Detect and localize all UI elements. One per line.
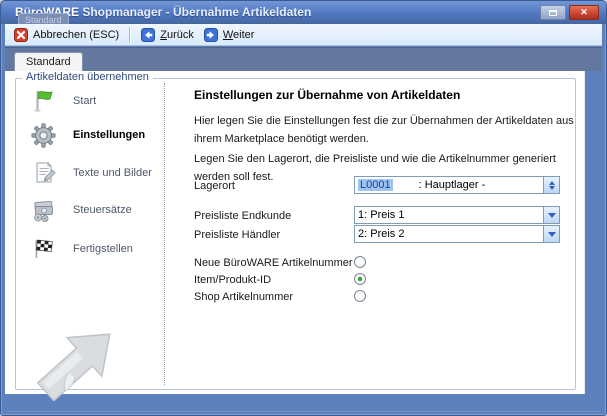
lagerort-field[interactable]: L0001 : Hauptlager -: [354, 176, 560, 194]
big-arrow-watermark: [30, 321, 130, 401]
preisliste-endkunde-label: Preisliste Endkunde: [194, 210, 291, 222]
radio-label: Shop Artikelnummer: [194, 291, 293, 303]
restore-button[interactable]: [540, 5, 566, 20]
tab-strip: Standard: [5, 47, 602, 71]
groupbox-legend: Artikeldaten übernehmen: [22, 71, 153, 83]
window-title-rest: Shopmanager - Übernahme Artikeldaten: [79, 5, 311, 19]
window-controls: ✕: [540, 5, 599, 20]
intro-text-1: Hier legen Sie die Einstellungen fest di…: [194, 112, 576, 148]
red-x-icon: [14, 28, 28, 42]
arrow-left-icon: [141, 28, 155, 42]
wizard-step-steuersaetze[interactable]: Steuersätze: [30, 196, 132, 224]
page-title: Einstellungen zur Übernahme von Artikeld…: [194, 88, 460, 102]
toolbar: Abbrechen (ESC) Zurück Weiter: [5, 24, 602, 46]
lagerort-spinner[interactable]: [543, 177, 559, 193]
wizard-step-einstellungen[interactable]: Einstellungen: [30, 121, 145, 149]
radio-row-shop-artikelnummer: Shop Artikelnummer: [194, 290, 293, 304]
toolbar-separator: [129, 27, 131, 43]
cancel-button-label: Abbrechen (ESC): [33, 29, 119, 41]
back-button[interactable]: Zurück: [136, 27, 199, 43]
title-bar: BüroWARE Shopmanager - Übernahme Artikel…: [1, 1, 606, 24]
close-button[interactable]: ✕: [569, 5, 599, 20]
restore-icon: [549, 10, 557, 16]
lagerort-value-selected: L0001: [358, 179, 393, 191]
window-frame-edge: [7, 411, 600, 412]
preisliste-haendler-dropdown[interactable]: 2: Preis 2: [354, 225, 560, 243]
wizard-step-label: Steuersätze: [73, 204, 132, 216]
radio-row-item-produkt-id: Item/Produkt-ID: [194, 273, 271, 287]
chevron-down-icon: [548, 232, 556, 237]
lagerort-value-rest: : Hauptlager -: [419, 179, 486, 191]
preisliste-haendler-value: 2: Preis 2: [355, 226, 543, 242]
wizard-step-start[interactable]: Start: [30, 87, 96, 115]
wizard-step-label: Start: [73, 95, 96, 107]
radio-item-produkt-id[interactable]: [354, 273, 366, 285]
money-icon: [30, 197, 57, 224]
gear-icon: [30, 122, 57, 149]
spinner-up-icon: [549, 181, 555, 185]
arrow-right-icon: [204, 28, 218, 42]
radio-shop-artikelnummer[interactable]: [354, 290, 366, 302]
radio-neue-artikelnummer[interactable]: [354, 256, 366, 268]
next-button-label: Weiter: [223, 29, 255, 41]
checkered-flag-icon: [30, 236, 57, 263]
wizard-step-texte-bilder[interactable]: Texte und Bilder: [30, 159, 152, 187]
radio-label: Neue BüroWARE Artikelnummer: [194, 257, 353, 269]
wizard-step-fertigstellen[interactable]: Fertigstellen: [30, 235, 133, 263]
wizard-step-label: Einstellungen: [73, 129, 145, 141]
ghost-standard-tab-label: Standard: [18, 13, 69, 24]
spinner-down-icon: [549, 186, 555, 190]
back-button-label: Zurück: [160, 29, 194, 41]
close-icon: ✕: [580, 7, 588, 18]
lagerort-label: Lagerort: [194, 180, 235, 192]
green-flag-icon: [30, 88, 57, 115]
document-pencil-icon: [30, 160, 57, 187]
sidebar-separator: [164, 83, 165, 385]
radio-row-neue-artikelnummer: Neue BüroWARE Artikelnummer: [194, 256, 353, 270]
content-area: Artikeldaten übernehmen Start: [5, 71, 585, 394]
app-window: BüroWARE Shopmanager - Übernahme Artikel…: [0, 0, 607, 416]
wizard-step-label: Fertigstellen: [73, 243, 133, 255]
ghost-standard-tab: Standard: [18, 13, 69, 24]
tab-standard[interactable]: Standard: [14, 52, 83, 71]
preisliste-endkunde-dropdown[interactable]: 1: Preis 1: [354, 206, 560, 224]
dropdown-button[interactable]: [543, 207, 559, 223]
wizard-step-label: Texte und Bilder: [73, 167, 152, 179]
cancel-button[interactable]: Abbrechen (ESC): [9, 27, 124, 43]
radio-label: Item/Produkt-ID: [194, 274, 271, 286]
lagerort-value: L0001 : Hauptlager -: [355, 177, 543, 193]
next-button[interactable]: Weiter: [199, 27, 260, 43]
preisliste-haendler-label: Preisliste Händler: [194, 229, 280, 241]
groupbox-artikeldaten: Artikeldaten übernehmen Start: [15, 78, 576, 390]
dropdown-button[interactable]: [543, 226, 559, 242]
chevron-down-icon: [548, 213, 556, 218]
preisliste-endkunde-value: 1: Preis 1: [355, 207, 543, 223]
